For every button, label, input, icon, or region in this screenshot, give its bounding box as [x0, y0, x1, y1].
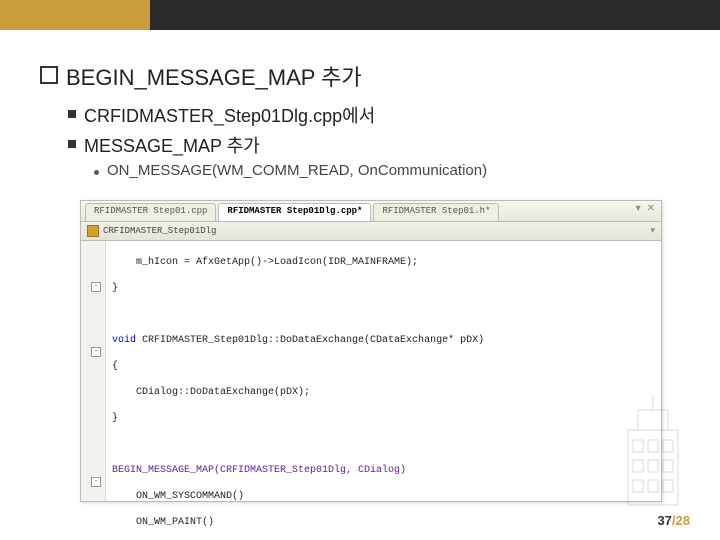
filled-square-bullet-icon — [68, 140, 76, 148]
code-line: ON_WM_SYSCOMMAND() — [112, 490, 655, 503]
heading-text: BEGIN_MESSAGE_MAP 추가 — [66, 60, 362, 92]
code-editor[interactable]: m_hIcon = AfxGetApp()->LoadIcon(IDR_MAIN… — [106, 241, 661, 501]
code-gutter: - - - — [81, 241, 106, 501]
code-line: { — [112, 360, 655, 373]
class-name: CRFIDMASTER_Step01Dlg — [103, 226, 216, 236]
subpoint-1-text: CRFIDMASTER_Step01Dlg.cpp에서 — [84, 102, 375, 128]
subpoint-2-text: MESSAGE_MAP 추가 — [84, 132, 260, 158]
class-navigation-bar[interactable]: CRFIDMASTER_Step01Dlg ▾ — [81, 222, 661, 241]
editor-tab[interactable]: RFIDMASTER Step01.h* — [373, 203, 499, 221]
editor-tab-active[interactable]: RFIDMASTER Step01Dlg.cpp* — [218, 203, 371, 221]
code-line: CDialog::DoDataExchange(pDX); — [112, 386, 655, 399]
subpoint-3: ON_MESSAGE(WM_COMM_READ, OnCommunication… — [94, 162, 690, 179]
top-accent — [0, 0, 150, 30]
fold-icon[interactable]: - — [91, 347, 101, 357]
code-area: - - - m_hIcon — [81, 241, 661, 501]
square-bullet-icon — [40, 66, 58, 84]
subpoint-3-text: ON_MESSAGE(WM_COMM_READ, OnCommunication… — [107, 162, 487, 179]
code-line: } — [112, 282, 655, 295]
fold-icon[interactable]: - — [91, 282, 101, 292]
content-area: BEGIN_MESSAGE_MAP 추가 CRFIDMASTER_Step01D… — [40, 60, 690, 187]
code-line — [112, 438, 655, 451]
code-line: void CRFIDMASTER_Step01Dlg::DoDataExchan… — [112, 334, 655, 347]
filled-square-bullet-icon — [68, 110, 76, 118]
ide-screenshot: RFIDMASTER Step01.cpp RFIDMASTER Step01D… — [80, 200, 662, 502]
page-total: /28 — [672, 513, 690, 528]
subpoint-1: CRFIDMASTER_Step01Dlg.cpp에서 — [68, 102, 690, 128]
code-line: m_hIcon = AfxGetApp()->LoadIcon(IDR_MAIN… — [112, 256, 655, 269]
slide: BEGIN_MESSAGE_MAP 추가 CRFIDMASTER_Step01D… — [0, 0, 720, 540]
page-number: 37/28 — [657, 513, 690, 528]
editor-tab[interactable]: RFIDMASTER Step01.cpp — [85, 203, 216, 221]
dropdown-icon[interactable]: ▾ — [650, 226, 655, 236]
dot-bullet-icon — [94, 170, 99, 175]
page-current: 37 — [657, 513, 671, 528]
tab-overflow-icon[interactable]: ▾ ✕ — [630, 201, 661, 221]
code-text: CRFIDMASTER_Step01Dlg::DoDataExchange(CD… — [136, 335, 484, 346]
code-line: BEGIN_MESSAGE_MAP(CRFIDMASTER_Step01Dlg,… — [112, 464, 655, 477]
code-line: ON_WM_PAINT() — [112, 516, 655, 529]
editor-tab-bar: RFIDMASTER Step01.cpp RFIDMASTER Step01D… — [81, 201, 661, 222]
keyword: void — [112, 335, 136, 346]
subpoint-2: MESSAGE_MAP 추가 — [68, 132, 690, 158]
code-line — [112, 308, 655, 321]
class-icon — [87, 225, 99, 237]
heading-row: BEGIN_MESSAGE_MAP 추가 — [40, 60, 690, 92]
code-line: } — [112, 412, 655, 425]
fold-icon[interactable]: - — [91, 477, 101, 487]
